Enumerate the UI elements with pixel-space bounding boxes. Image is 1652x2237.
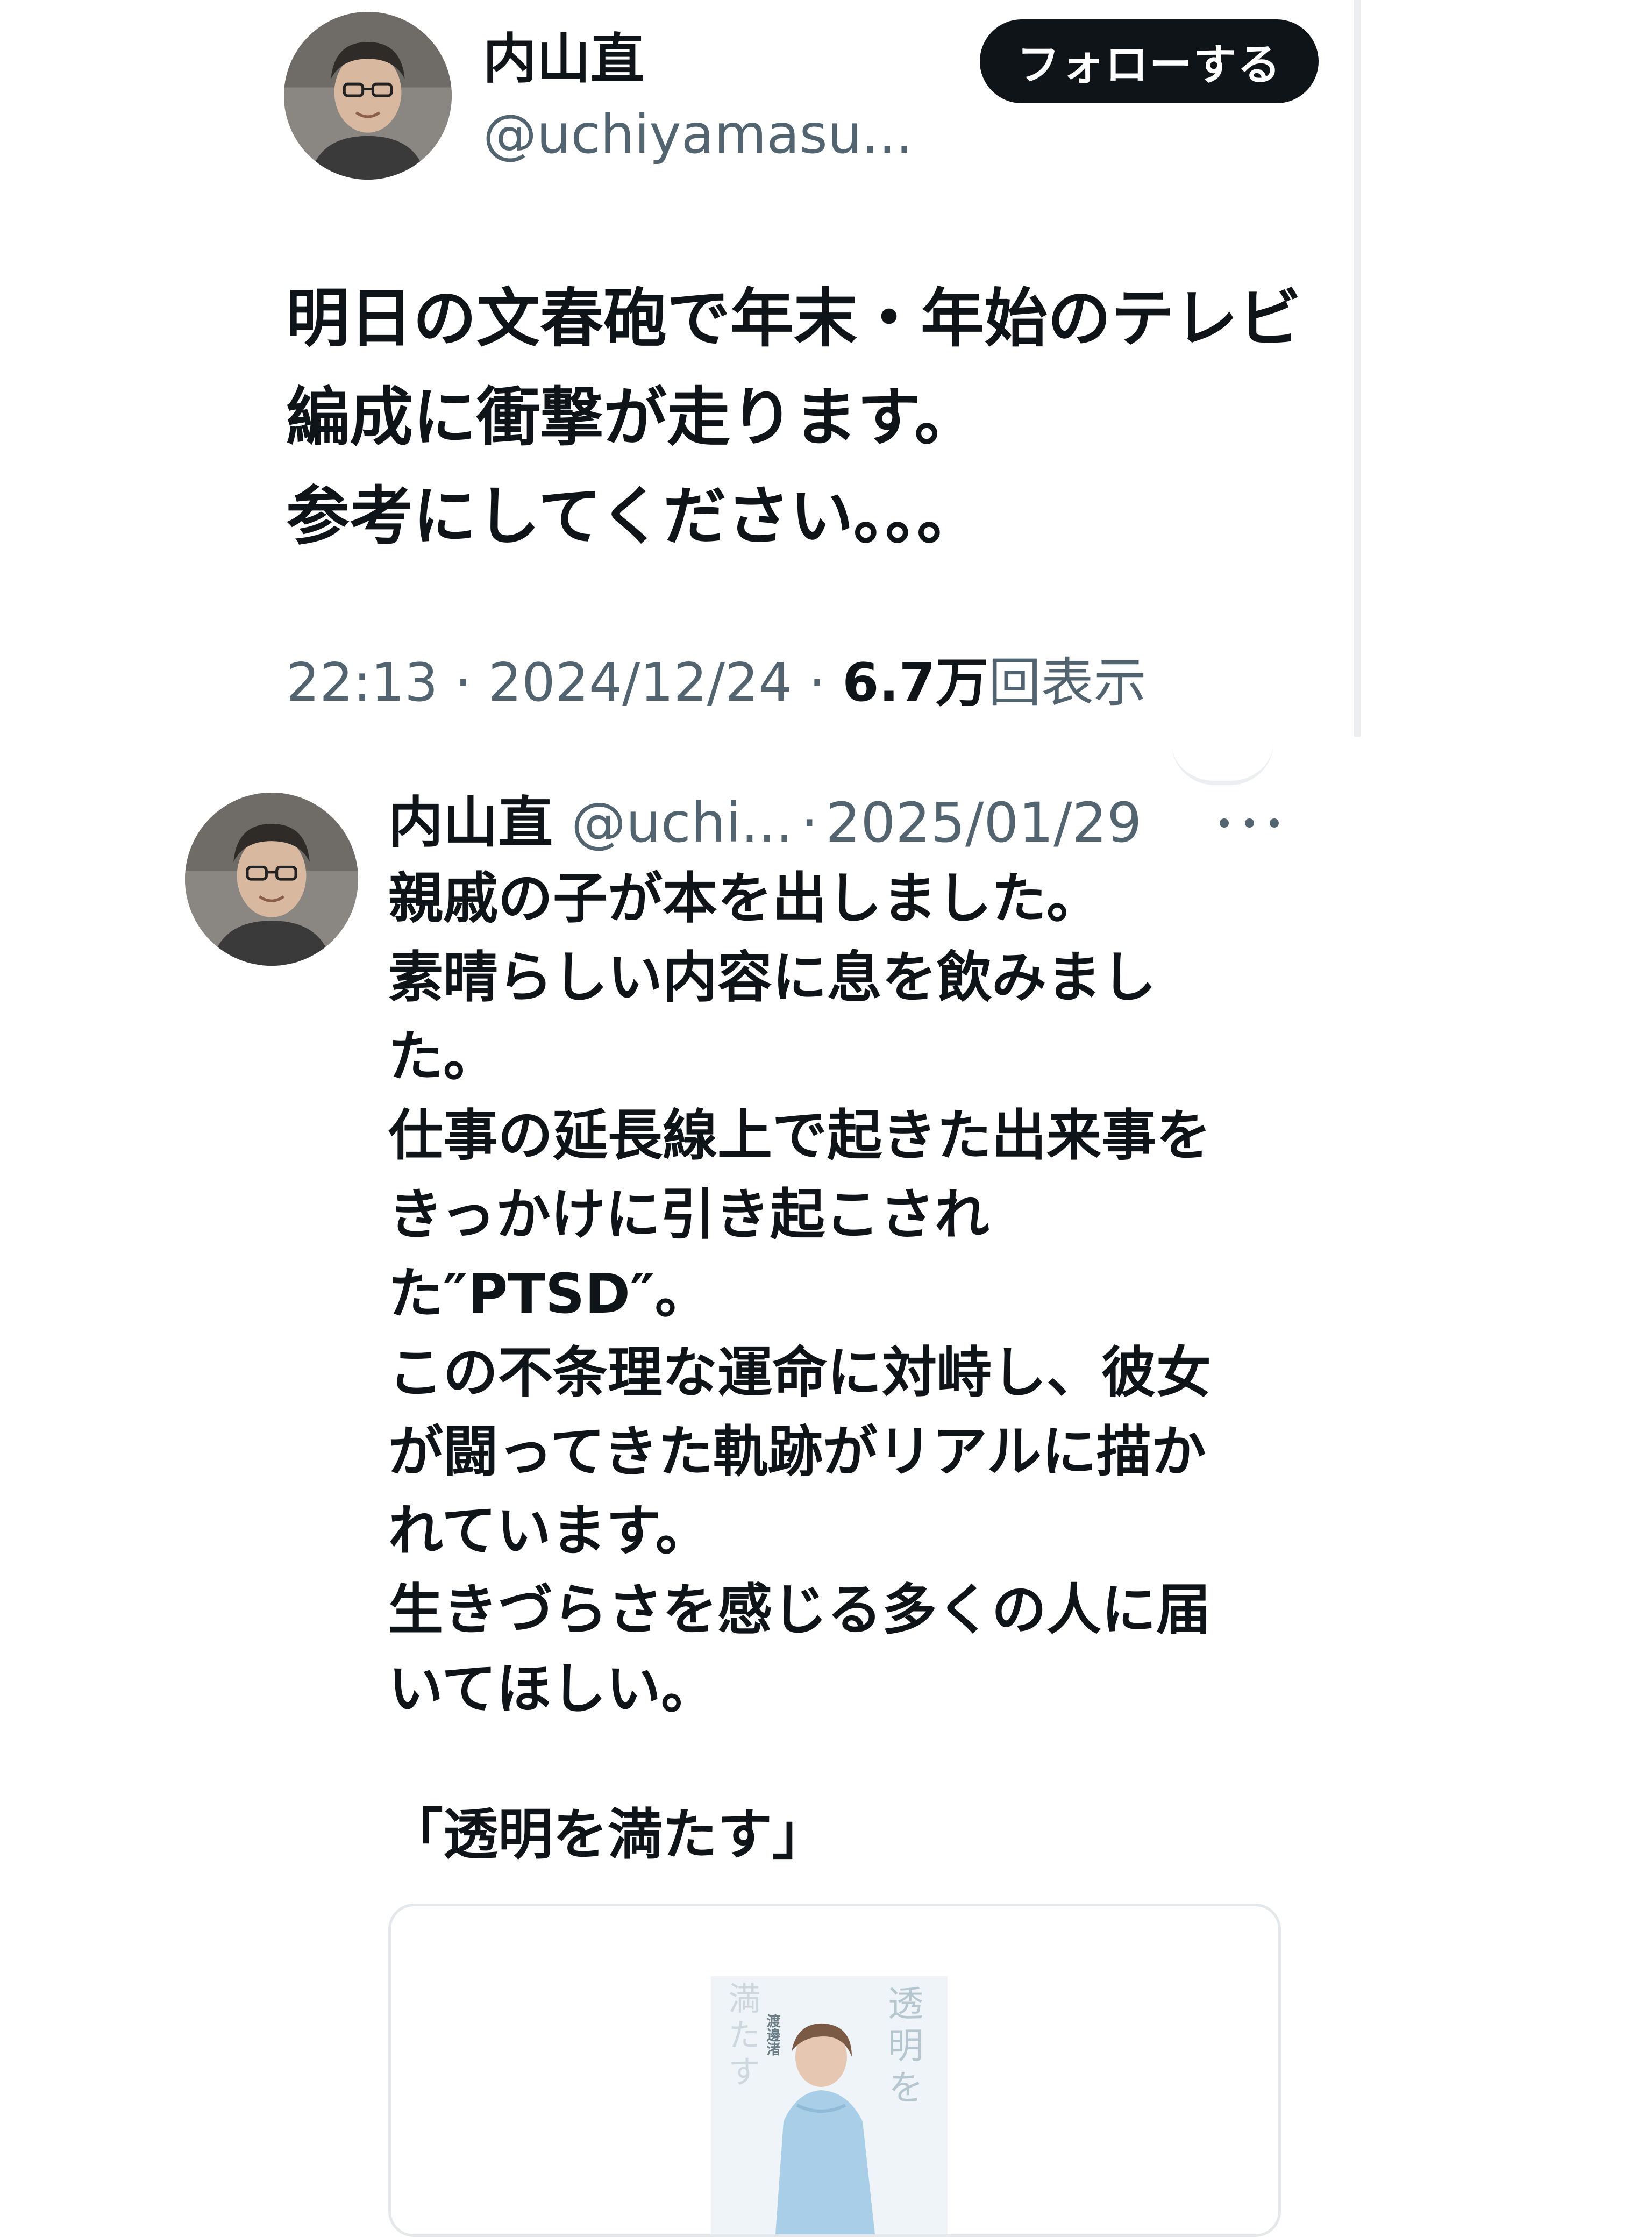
book-title-text: 「透明を満たす」: [388, 1803, 827, 1867]
author-avatar[interactable]: [284, 12, 452, 180]
panel-divider: [1354, 0, 1361, 737]
author-handle[interactable]: @uchiyamasu...: [483, 97, 913, 172]
tweet-meta: 22:13 · 2024/12/24 · 6.7万回表示: [286, 645, 1147, 721]
tweet-date[interactable]: 2024/12/24: [488, 652, 792, 714]
cover-author: 渡邊渚: [764, 2014, 780, 2056]
tweet-text: 親戚の子が本を出しました。 素晴らしい内容に息を飲みまし た。 仕事の延長線上で…: [388, 867, 1211, 1721]
author-avatar[interactable]: [185, 793, 358, 966]
tweet-text: 明日の文春砲で年末・年始のテレビ 編成に衝撃が走ります。 参考にしてください。。…: [286, 281, 1302, 553]
author-name[interactable]: 内山直: [388, 783, 553, 864]
meta-separator: ·: [454, 652, 488, 714]
author-name[interactable]: 内山直: [483, 22, 644, 97]
link-preview-card[interactable]: 透明を 満たす 渡邊渚: [388, 1904, 1281, 2237]
tweet-header: 内山直 @uchi... · 2025/01/29: [388, 783, 1142, 864]
profile-photo-icon: [284, 12, 452, 180]
meta-separator: ·: [800, 791, 818, 855]
cover-title-side: 満たす: [723, 1982, 760, 2091]
view-count: 6.7万: [842, 652, 988, 714]
cover-title: 透明を: [882, 1985, 923, 2111]
meta-separator: ·: [808, 652, 843, 714]
tweet-date[interactable]: 2025/01/29: [825, 783, 1142, 864]
profile-photo-icon: [185, 793, 358, 966]
view-label: 回表示: [988, 652, 1147, 714]
tweet-time[interactable]: 22:13: [286, 652, 438, 714]
author-handle[interactable]: @uchi...: [571, 783, 793, 864]
decorative-arc: [1171, 742, 1273, 785]
book-cover-image: 透明を 満たす 渡邊渚: [711, 1976, 948, 2234]
more-horizontal-icon[interactable]: [1220, 807, 1279, 839]
follow-button[interactable]: フォローする: [980, 19, 1319, 103]
